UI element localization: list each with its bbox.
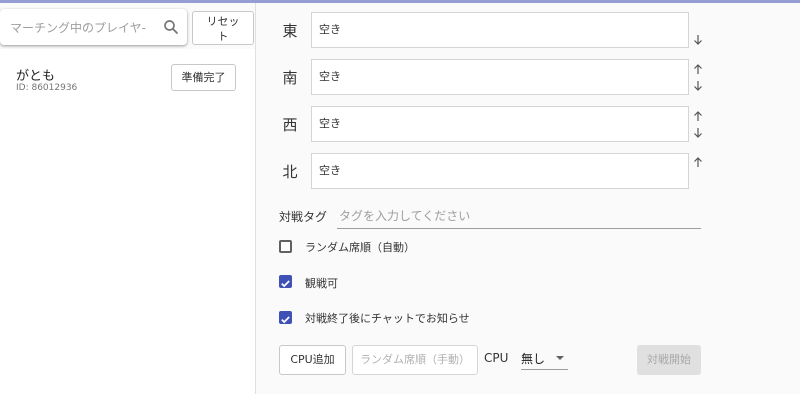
cpu-select-value: 無し [521, 352, 546, 366]
seat-west-field[interactable]: 空き [311, 106, 689, 142]
move-down-icon[interactable] [692, 34, 704, 46]
random-seat-auto-label: ランダム席順（自動） [305, 241, 415, 254]
player-list: がとも ID: 86012936 準備完了 [0, 49, 255, 394]
player-id: ID: 86012936 [16, 83, 78, 93]
search-icon[interactable] [162, 18, 180, 36]
check-icon [281, 316, 290, 324]
seat-north-field[interactable]: 空き [311, 153, 689, 189]
battle-tag-input[interactable] [337, 203, 701, 229]
seat-east-field[interactable]: 空き [311, 12, 689, 48]
check-icon [281, 280, 290, 288]
move-up-icon[interactable] [692, 110, 704, 122]
seat-south-field[interactable]: 空き [311, 59, 689, 95]
spectate-checkbox[interactable] [279, 275, 292, 288]
left-panel: リセッ ト がとも ID: 86012936 準備完了 [0, 3, 256, 394]
chevron-down-icon [556, 356, 564, 360]
seat-south-label: 南 [282, 69, 298, 87]
move-down-icon[interactable] [692, 80, 704, 92]
move-up-icon[interactable] [692, 63, 704, 75]
move-up-icon[interactable] [692, 156, 704, 168]
reset-button[interactable]: リセッ ト [192, 11, 254, 45]
random-seat-manual-button[interactable]: ランダム席順（手動） [352, 345, 478, 375]
cpu-label: CPU [484, 351, 509, 365]
player-name: がとも [16, 69, 56, 84]
seat-west-label: 西 [282, 116, 298, 134]
battle-tag-label: 対戦タグ [279, 210, 328, 224]
spectate-label: 観戦可 [305, 277, 338, 290]
move-down-icon[interactable] [692, 127, 704, 139]
chat-notify-checkbox[interactable] [279, 311, 292, 324]
random-seat-auto-checkbox[interactable] [279, 240, 292, 253]
add-cpu-button[interactable]: CPU追加 [279, 345, 346, 375]
start-match-button[interactable]: 対戦開始 [637, 345, 701, 375]
chat-notify-label: 対戦終了後にチャットでお知らせ [305, 312, 470, 325]
ready-button[interactable]: 準備完了 [171, 64, 236, 91]
player-search [0, 9, 187, 45]
cpu-select[interactable]: 無し [521, 347, 568, 370]
seat-north-label: 北 [282, 163, 298, 181]
search-input[interactable] [8, 16, 160, 40]
seat-east-label: 東 [282, 22, 298, 40]
